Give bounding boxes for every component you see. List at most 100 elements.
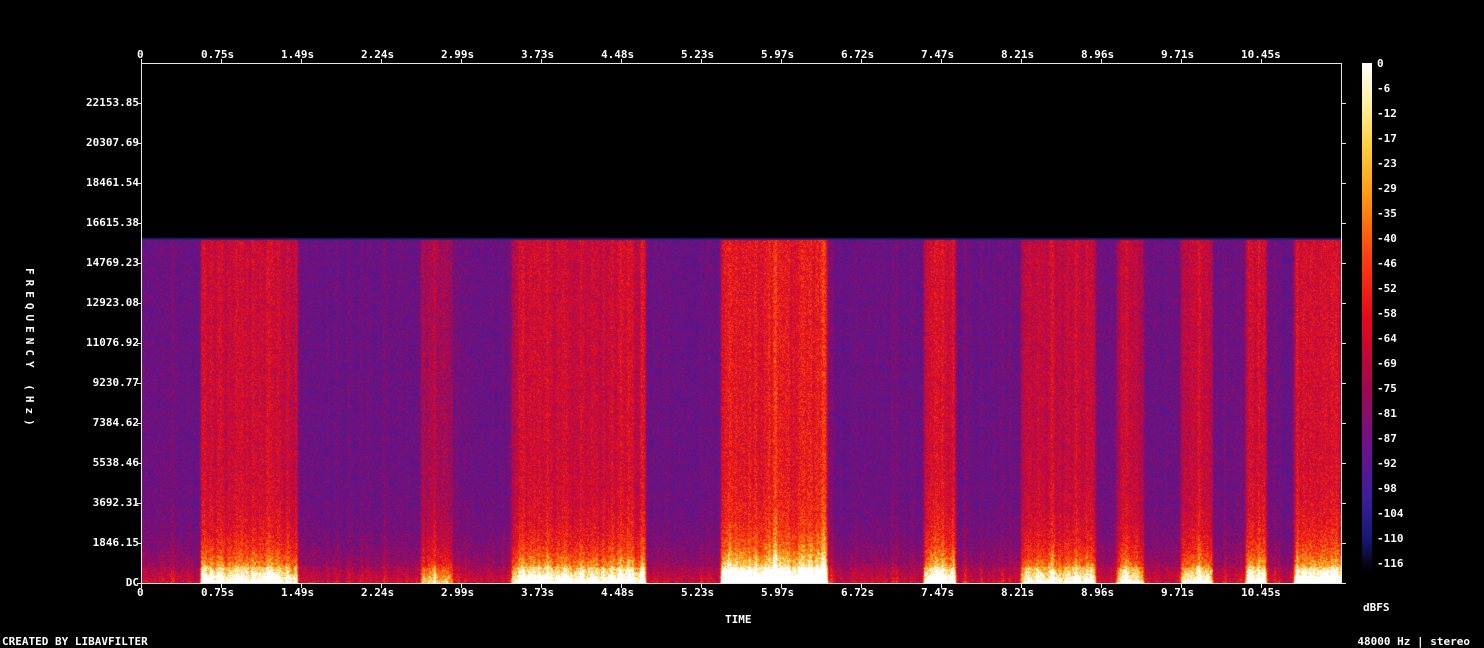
y-tick-label: 16615.38	[86, 216, 139, 229]
y-tick-mark-right	[1342, 263, 1346, 264]
colorbar-tick-label: -69	[1377, 357, 1397, 370]
x-tick-mark-top	[781, 59, 782, 63]
colorbar-tick-label: -17	[1377, 132, 1397, 145]
x-tick-mark-bottom	[701, 584, 702, 588]
y-tick-mark-left	[137, 103, 141, 104]
colorbar-tick-label: -116	[1377, 557, 1404, 570]
colorbar-tick-label: -29	[1377, 182, 1397, 195]
x-tick-mark-top	[861, 59, 862, 63]
y-axis-label: FREQUENCY (Hz)	[23, 268, 36, 431]
y-tick-mark-right	[1342, 143, 1346, 144]
colorbar-tick-label: -104	[1377, 507, 1404, 520]
y-tick-mark-left	[137, 223, 141, 224]
y-tick-mark-right	[1342, 223, 1346, 224]
y-tick-mark-left	[137, 343, 141, 344]
spectrogram-plot-area	[141, 63, 1342, 584]
y-tick-mark-right	[1342, 343, 1346, 344]
colorbar-tick-label: -98	[1377, 482, 1397, 495]
x-tick-label-top: 2.24s	[361, 48, 395, 61]
x-tick-mark-bottom	[141, 584, 142, 588]
x-tick-mark-top	[381, 59, 382, 63]
y-tick-mark-left	[137, 583, 141, 584]
x-tick-label-bottom: 9.71s	[1161, 586, 1195, 599]
x-tick-label-bottom: 0.75s	[201, 586, 235, 599]
x-tick-label-top: 4.48s	[601, 48, 635, 61]
x-tick-mark-top	[941, 59, 942, 63]
y-tick-label: 3692.31	[92, 496, 139, 509]
x-tick-mark-bottom	[1181, 584, 1182, 588]
x-tick-label-top: 0.75s	[201, 48, 235, 61]
x-tick-mark-top	[1261, 59, 1262, 63]
x-tick-mark-bottom	[461, 584, 462, 588]
x-tick-label-bottom: 3.73s	[521, 586, 555, 599]
footer-right: 48000 Hz | stereo	[1357, 635, 1470, 648]
x-tick-mark-top	[301, 59, 302, 63]
y-tick-label: 9230.77	[92, 376, 139, 389]
x-tick-label-top: 1.49s	[281, 48, 315, 61]
y-tick-label: 7384.62	[92, 416, 139, 429]
colorbar-tick-label: -35	[1377, 207, 1397, 220]
x-tick-label-top: 2.99s	[441, 48, 475, 61]
x-tick-label-bottom: 8.21s	[1001, 586, 1035, 599]
x-tick-label-bottom: 8.96s	[1081, 586, 1115, 599]
x-tick-mark-top	[1021, 59, 1022, 63]
x-tick-label-bottom: 5.97s	[761, 586, 795, 599]
y-tick-mark-right	[1342, 503, 1346, 504]
colorbar-tick-label: -58	[1377, 307, 1397, 320]
colorbar-label: dBFS	[1363, 601, 1390, 614]
x-tick-label-top: 8.96s	[1081, 48, 1115, 61]
x-tick-mark-top	[461, 59, 462, 63]
footer-left: CREATED BY LIBAVFILTER	[2, 635, 148, 648]
y-tick-mark-left	[137, 463, 141, 464]
x-tick-mark-top	[701, 59, 702, 63]
y-tick-mark-right	[1342, 103, 1346, 104]
y-tick-mark-left	[137, 303, 141, 304]
x-tick-mark-bottom	[941, 584, 942, 588]
x-tick-mark-top	[141, 59, 142, 63]
x-tick-label-top: 8.21s	[1001, 48, 1035, 61]
y-tick-mark-left	[137, 143, 141, 144]
x-tick-label-top: 7.47s	[921, 48, 955, 61]
y-tick-mark-left	[137, 263, 141, 264]
y-tick-mark-left	[137, 503, 141, 504]
x-tick-label-bottom: 2.99s	[441, 586, 475, 599]
x-tick-label-bottom: 5.23s	[681, 586, 715, 599]
x-tick-mark-bottom	[221, 584, 222, 588]
y-tick-label: 20307.69	[86, 136, 139, 149]
x-tick-mark-bottom	[621, 584, 622, 588]
x-tick-mark-bottom	[1261, 584, 1262, 588]
y-tick-mark-right	[1342, 303, 1346, 304]
x-tick-label-bottom: 6.72s	[841, 586, 875, 599]
y-tick-mark-left	[137, 383, 141, 384]
x-tick-mark-bottom	[781, 584, 782, 588]
x-tick-label-bottom: 1.49s	[281, 586, 315, 599]
x-axis-label: TIME	[725, 613, 752, 626]
x-tick-mark-bottom	[1101, 584, 1102, 588]
x-tick-mark-top	[221, 59, 222, 63]
colorbar	[1362, 63, 1372, 571]
y-tick-mark-right	[1342, 183, 1346, 184]
y-tick-mark-right	[1342, 463, 1346, 464]
colorbar-tick-label: -40	[1377, 232, 1397, 245]
colorbar-tick-label: -110	[1377, 532, 1404, 545]
colorbar-tick-label: -75	[1377, 382, 1397, 395]
x-tick-label-bottom: 4.48s	[601, 586, 635, 599]
y-tick-label: 12923.08	[86, 296, 139, 309]
y-tick-label: 11076.92	[86, 336, 139, 349]
colorbar-tick-label: 0	[1377, 57, 1384, 70]
x-tick-label-bottom: 10.45s	[1241, 586, 1281, 599]
y-tick-mark-right	[1342, 543, 1346, 544]
x-tick-mark-bottom	[861, 584, 862, 588]
y-tick-label: 18461.54	[86, 176, 139, 189]
x-tick-mark-bottom	[381, 584, 382, 588]
colorbar-tick-label: -64	[1377, 332, 1397, 345]
y-tick-mark-left	[137, 423, 141, 424]
x-tick-mark-top	[621, 59, 622, 63]
x-tick-mark-bottom	[1021, 584, 1022, 588]
x-tick-mark-top	[1181, 59, 1182, 63]
y-tick-mark-left	[137, 543, 141, 544]
x-tick-mark-bottom	[541, 584, 542, 588]
x-tick-label-top: 3.73s	[521, 48, 555, 61]
x-tick-mark-top	[1101, 59, 1102, 63]
colorbar-tick-label: -12	[1377, 107, 1397, 120]
